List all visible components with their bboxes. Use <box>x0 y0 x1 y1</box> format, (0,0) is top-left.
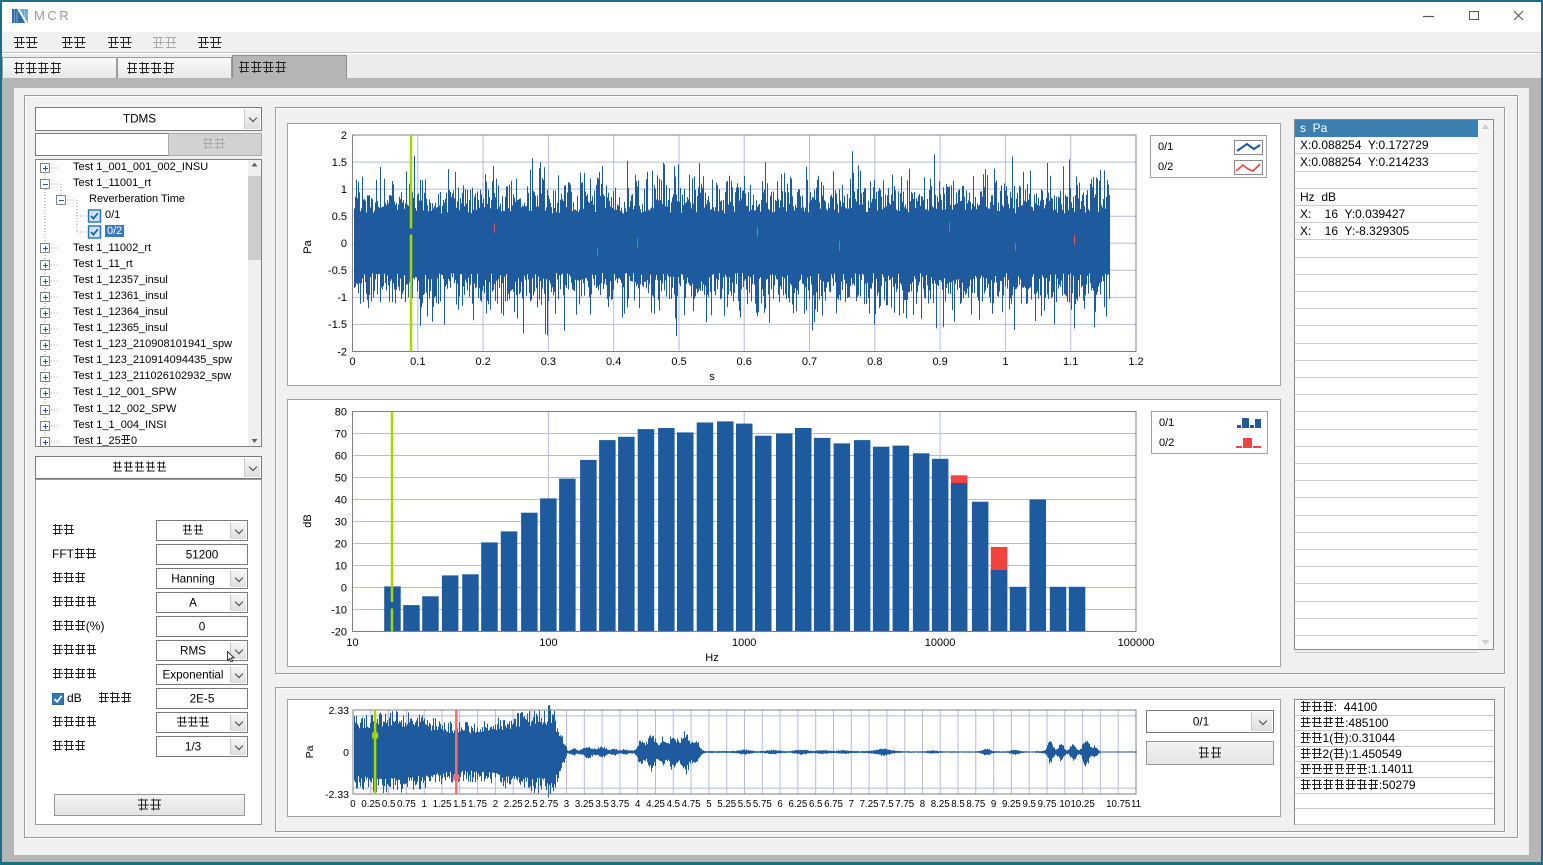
svg-text:100000: 100000 <box>1118 637 1155 649</box>
svg-text:0.8: 0.8 <box>867 356 882 368</box>
svg-text:3.25: 3.25 <box>575 799 594 810</box>
svg-text:60: 60 <box>335 450 347 462</box>
svg-text:0: 0 <box>341 582 347 594</box>
svg-text:8.25: 8.25 <box>931 799 950 810</box>
svg-text:6.75: 6.75 <box>824 799 843 810</box>
svg-text:0: 0 <box>343 747 349 759</box>
svg-text:1: 1 <box>1002 356 1008 368</box>
svg-text:0.4: 0.4 <box>606 356 621 368</box>
svg-text:3: 3 <box>564 799 569 810</box>
svg-text:20: 20 <box>335 538 347 550</box>
svg-text:10: 10 <box>1059 799 1070 810</box>
svg-text:70: 70 <box>335 428 347 440</box>
svg-text:8.75: 8.75 <box>966 799 985 810</box>
svg-text:30: 30 <box>335 516 347 528</box>
svg-text:8: 8 <box>920 799 925 810</box>
svg-text:-2: -2 <box>337 346 347 358</box>
svg-text:0.3: 0.3 <box>541 356 556 368</box>
svg-text:-2.33: -2.33 <box>325 789 349 801</box>
svg-text:10.75: 10.75 <box>1106 799 1130 810</box>
svg-text:4: 4 <box>635 799 641 810</box>
svg-text:0.75: 0.75 <box>397 799 416 810</box>
svg-text:0.6: 0.6 <box>737 356 752 368</box>
svg-text:-1.5: -1.5 <box>328 319 347 331</box>
svg-text:1.25: 1.25 <box>433 799 452 810</box>
svg-text:3.5: 3.5 <box>595 799 608 810</box>
svg-text:-1: -1 <box>337 292 347 304</box>
svg-text:2.5: 2.5 <box>524 799 537 810</box>
svg-text:0.1: 0.1 <box>410 356 425 368</box>
svg-text:1.1: 1.1 <box>1063 356 1078 368</box>
svg-text:0.7: 0.7 <box>802 356 817 368</box>
svg-text:7: 7 <box>849 799 854 810</box>
svg-text:5.5: 5.5 <box>738 799 751 810</box>
svg-text:9.25: 9.25 <box>1002 799 1021 810</box>
svg-text:5.25: 5.25 <box>717 799 736 810</box>
svg-text:0: 0 <box>341 238 347 250</box>
svg-text:10: 10 <box>335 560 347 572</box>
svg-text:80: 80 <box>335 406 347 418</box>
svg-text:2.25: 2.25 <box>504 799 523 810</box>
svg-text:9.75: 9.75 <box>1038 799 1057 810</box>
svg-text:50: 50 <box>335 472 347 484</box>
svg-text:-20: -20 <box>331 626 347 638</box>
svg-text:Hz: Hz <box>705 652 718 664</box>
svg-text:2.33: 2.33 <box>329 705 350 717</box>
svg-text:-10: -10 <box>331 604 347 616</box>
svg-text:40: 40 <box>335 494 347 506</box>
svg-text:9.5: 9.5 <box>1022 799 1035 810</box>
svg-text:1000: 1000 <box>732 637 756 649</box>
svg-text:7.75: 7.75 <box>895 799 914 810</box>
svg-text:10: 10 <box>346 637 358 649</box>
svg-text:6: 6 <box>777 799 782 810</box>
svg-text:4.75: 4.75 <box>682 799 701 810</box>
svg-text:2: 2 <box>493 799 498 810</box>
svg-text:5.75: 5.75 <box>753 799 772 810</box>
svg-text:10000: 10000 <box>925 637 956 649</box>
svg-text:0.25: 0.25 <box>361 799 380 810</box>
svg-text:1.5: 1.5 <box>453 799 466 810</box>
svg-text:1.2: 1.2 <box>1128 356 1143 368</box>
svg-text:0.5: 0.5 <box>332 211 347 223</box>
svg-text:s: s <box>709 371 715 383</box>
svg-text:6.5: 6.5 <box>809 799 822 810</box>
svg-text:dB: dB <box>302 514 314 527</box>
svg-text:Pa: Pa <box>302 239 314 253</box>
svg-text:1: 1 <box>341 184 347 196</box>
svg-text:100: 100 <box>539 637 557 649</box>
svg-text:11: 11 <box>1131 799 1141 810</box>
svg-text:0.5: 0.5 <box>671 356 686 368</box>
svg-text:1.5: 1.5 <box>332 157 347 169</box>
svg-text:5: 5 <box>706 799 711 810</box>
svg-text:1.75: 1.75 <box>468 799 487 810</box>
svg-text:9: 9 <box>991 799 996 810</box>
svg-text:4.5: 4.5 <box>667 799 680 810</box>
svg-text:4.25: 4.25 <box>646 799 665 810</box>
svg-text:0.2: 0.2 <box>475 356 490 368</box>
svg-text:6.25: 6.25 <box>788 799 807 810</box>
svg-text:2: 2 <box>341 130 347 142</box>
svg-text:10.25: 10.25 <box>1070 799 1094 810</box>
svg-text:0: 0 <box>350 799 356 810</box>
svg-text:Pa: Pa <box>304 745 316 758</box>
svg-text:8.5: 8.5 <box>951 799 964 810</box>
svg-text:0: 0 <box>349 356 355 368</box>
svg-text:7.25: 7.25 <box>860 799 879 810</box>
svg-text:7.5: 7.5 <box>880 799 893 810</box>
svg-text:1: 1 <box>422 799 427 810</box>
svg-text:0.9: 0.9 <box>932 356 947 368</box>
svg-text:3.75: 3.75 <box>610 799 629 810</box>
svg-text:2.75: 2.75 <box>539 799 558 810</box>
svg-text:0.5: 0.5 <box>382 799 395 810</box>
svg-text:-0.5: -0.5 <box>328 265 347 277</box>
